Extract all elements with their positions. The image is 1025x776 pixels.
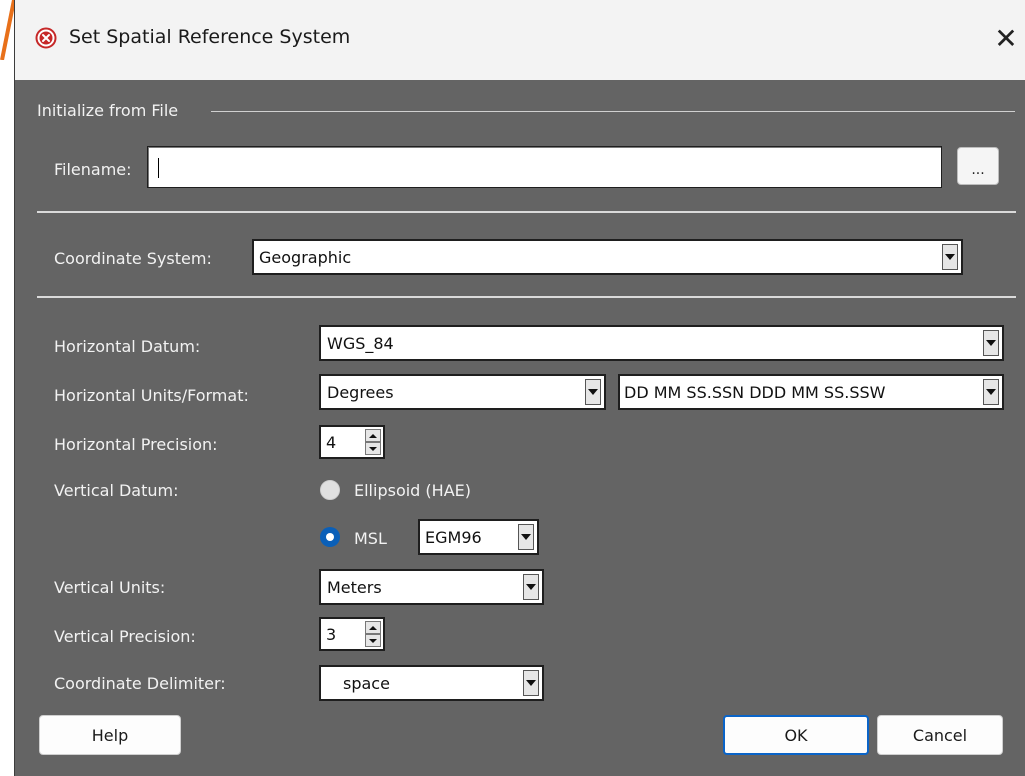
coordinate-system-select[interactable]: Geographic: [252, 239, 963, 275]
spinner-buttons: [365, 621, 381, 647]
browse-button[interactable]: ...: [957, 147, 999, 185]
horizontal-units-select[interactable]: Degrees: [319, 374, 606, 410]
vertical-datum-label: Vertical Datum:: [54, 481, 179, 500]
init-group-label: Initialize from File: [37, 101, 179, 120]
msl-model-value: EGM96: [425, 527, 482, 547]
msl-model-select[interactable]: EGM96: [418, 519, 539, 555]
title-bar: Set Spatial Reference System ✕: [15, 0, 1025, 80]
vertical-precision-value: 3: [326, 624, 337, 644]
spinner-buttons: [365, 429, 381, 455]
group-divider: [211, 111, 1015, 112]
horizontal-datum-value: WGS_84: [327, 333, 394, 353]
chevron-down-icon[interactable]: [983, 379, 999, 405]
ellipsoid-radio-label: Ellipsoid (HAE): [354, 481, 471, 500]
spin-down-icon[interactable]: [365, 634, 381, 647]
filename-label: Filename:: [54, 160, 132, 179]
vertical-units-select[interactable]: Meters: [319, 569, 544, 605]
horizontal-units-value: Degrees: [327, 382, 394, 402]
chevron-down-icon[interactable]: [518, 524, 534, 550]
horizontal-precision-label: Horizontal Precision:: [54, 435, 218, 454]
ok-button[interactable]: OK: [723, 715, 869, 755]
chevron-down-icon[interactable]: [942, 244, 958, 270]
horizontal-datum-label: Horizontal Datum:: [54, 337, 201, 356]
text-caret: [158, 158, 159, 178]
vertical-precision-label: Vertical Precision:: [54, 627, 196, 646]
horizontal-datum-select[interactable]: WGS_84: [319, 325, 1004, 361]
chevron-down-icon[interactable]: [523, 574, 539, 600]
window-title: Set Spatial Reference System: [69, 26, 351, 48]
cancel-button[interactable]: Cancel: [877, 715, 1003, 755]
coordinate-delimiter-value: space: [343, 673, 390, 693]
coordinate-delimiter-label: Coordinate Delimiter:: [54, 674, 226, 693]
separator: [37, 211, 1016, 213]
vertical-precision-spinner[interactable]: 3: [319, 617, 385, 651]
coordinate-system-value: Geographic: [259, 247, 352, 267]
filename-input[interactable]: [147, 146, 942, 188]
chevron-down-icon[interactable]: [585, 379, 601, 405]
coordinate-delimiter-select[interactable]: space: [319, 665, 544, 701]
msl-radio-label: MSL: [354, 529, 387, 548]
close-icon[interactable]: ✕: [987, 16, 1025, 62]
coordinate-system-label: Coordinate System:: [54, 249, 212, 268]
chevron-down-icon[interactable]: [983, 330, 999, 356]
horizontal-format-value: DD MM SS.SSN DDD MM SS.SSW: [624, 382, 886, 402]
dialog-window: Set Spatial Reference System ✕ Initializ…: [14, 0, 1025, 776]
spin-up-icon[interactable]: [365, 621, 381, 634]
horizontal-format-select[interactable]: DD MM SS.SSN DDD MM SS.SSW: [618, 374, 1004, 410]
horizontal-precision-spinner[interactable]: 4: [319, 425, 385, 459]
separator: [37, 296, 1016, 298]
error-x-icon: [35, 27, 57, 49]
help-button[interactable]: Help: [39, 715, 181, 755]
spin-down-icon[interactable]: [365, 442, 381, 455]
horizontal-units-label: Horizontal Units/Format:: [54, 386, 249, 405]
vertical-units-label: Vertical Units:: [54, 578, 166, 597]
msl-radio[interactable]: [320, 527, 340, 547]
chevron-down-icon[interactable]: [523, 670, 539, 696]
spin-up-icon[interactable]: [365, 429, 381, 442]
horizontal-precision-value: 4: [326, 432, 337, 452]
vertical-units-value: Meters: [327, 577, 382, 597]
ellipsoid-radio[interactable]: [320, 480, 340, 500]
